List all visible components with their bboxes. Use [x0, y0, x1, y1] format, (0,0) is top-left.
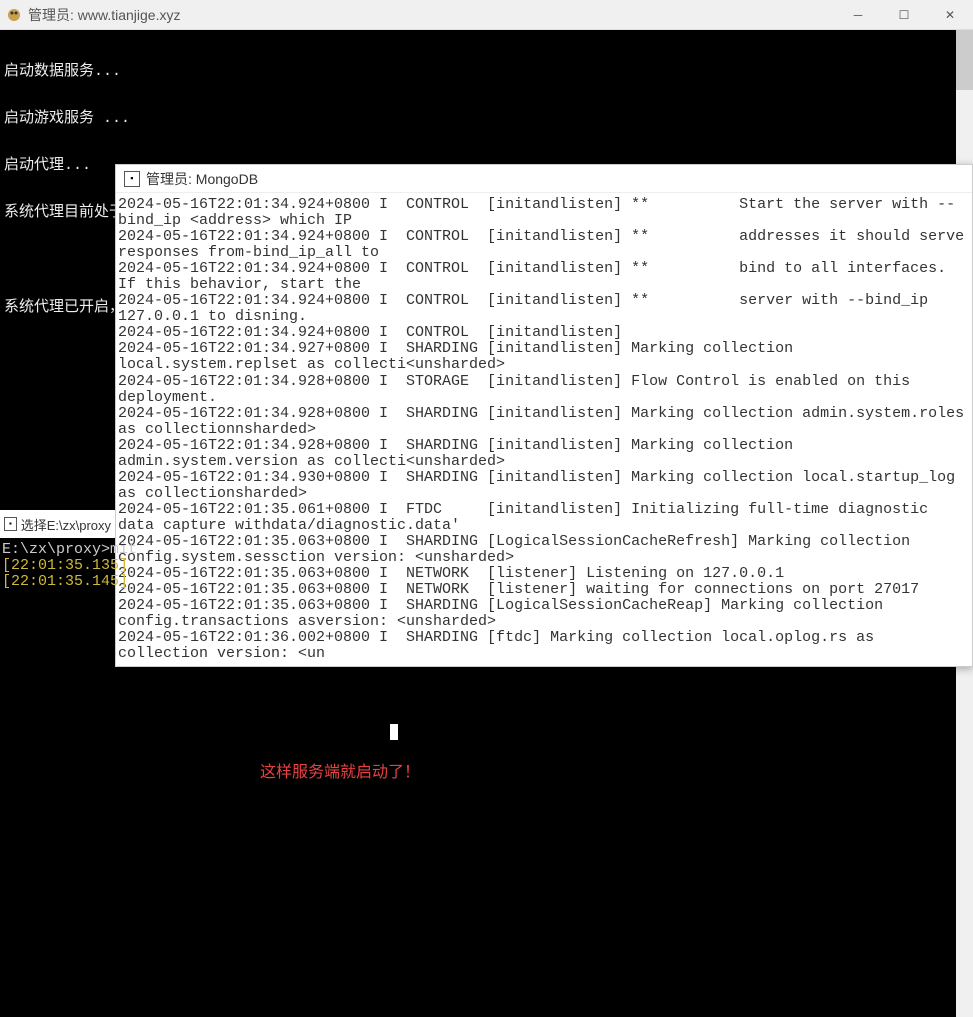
- proxy-path-line: E:\zx\proxy>mit: [2, 542, 113, 558]
- console-icon: ▪: [124, 171, 140, 187]
- main-window-titlebar[interactable]: 管理员: www.tianjige.xyz ─ ☐ ✕: [0, 0, 973, 30]
- mongodb-window[interactable]: ▪ 管理员: MongoDB 2024-05-16T22:01:34.924+0…: [115, 164, 973, 667]
- proxy-timestamp: [22:01:35.145]: [2, 574, 113, 590]
- mongodb-log-output: 2024-05-16T22:01:34.924+0800 I CONTROL […: [116, 193, 972, 666]
- console-line: 启动游戏服务 ...: [4, 111, 969, 127]
- proxy-window[interactable]: ▪ 选择E:\zx\proxy E:\zx\proxy>mit [22:01:3…: [0, 510, 115, 593]
- close-button[interactable]: ✕: [927, 0, 973, 30]
- proxy-titlebar[interactable]: ▪ 选择E:\zx\proxy: [0, 510, 115, 538]
- scrollbar-thumb[interactable]: [956, 30, 973, 90]
- window-controls: ─ ☐ ✕: [835, 0, 973, 30]
- console-icon: ▪: [4, 517, 17, 531]
- console-line: 启动数据服务...: [4, 64, 969, 80]
- mongodb-window-title: 管理员: MongoDB: [146, 169, 258, 189]
- proxy-console-body: E:\zx\proxy>mit [22:01:35.135] [22:01:35…: [0, 538, 115, 593]
- proxy-timestamp: [22:01:35.135]: [2, 558, 113, 574]
- main-window-title: 管理员: www.tianjige.xyz: [28, 5, 180, 25]
- mongodb-titlebar[interactable]: ▪ 管理员: MongoDB: [116, 165, 972, 193]
- minimize-button[interactable]: ─: [835, 0, 881, 30]
- annotation-text: 这样服务端就启动了！: [260, 758, 420, 782]
- app-icon: [6, 7, 22, 23]
- text-cursor: [390, 724, 398, 740]
- proxy-window-title: 选择E:\zx\proxy: [21, 515, 111, 534]
- maximize-button[interactable]: ☐: [881, 0, 927, 30]
